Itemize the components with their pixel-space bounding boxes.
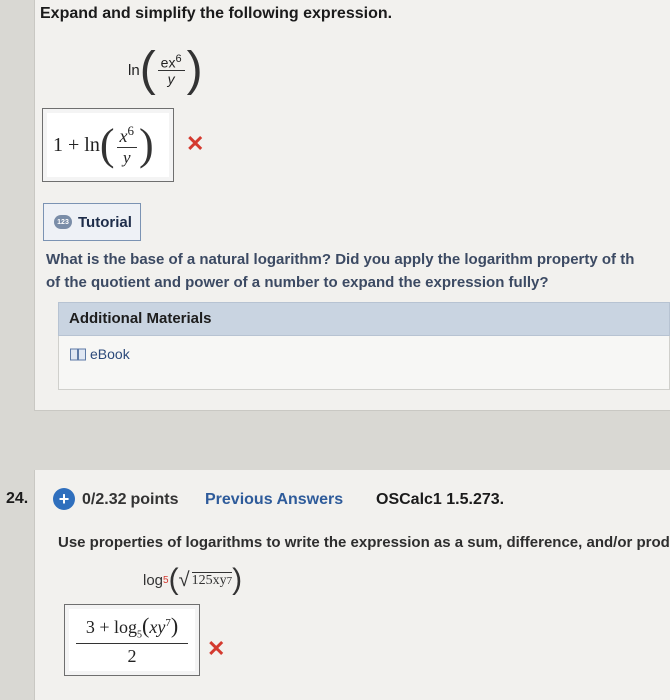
expr-denominator: y bbox=[167, 71, 175, 88]
hint-text: What is the base of a natural logarithm?… bbox=[46, 248, 670, 294]
additional-materials-body bbox=[58, 336, 670, 390]
ebook-label: eBook bbox=[90, 346, 130, 362]
question-source: OSCalc1 1.5.273. bbox=[376, 491, 505, 508]
additional-materials-header: Additional Materials bbox=[58, 302, 670, 336]
expr-numerator: ex bbox=[160, 54, 176, 71]
expr-exponent: 6 bbox=[175, 52, 182, 65]
log-expression: log 5 ( √ 125xy 7 ) bbox=[143, 563, 243, 596]
given-expression: ln ( ex6 y ) bbox=[128, 43, 203, 96]
answer-23-field[interactable]: 1 + ln ( x6 y ) bbox=[42, 108, 174, 182]
tutorial-button[interactable]: 123 Tutorial bbox=[43, 203, 141, 241]
points-score: 0/2.32 points bbox=[82, 491, 179, 508]
plus-circle-icon[interactable]: + bbox=[53, 488, 75, 510]
ln-function: ln bbox=[128, 61, 140, 79]
incorrect-x-icon: ✕ bbox=[207, 636, 226, 661]
log-function: log bbox=[143, 571, 164, 589]
previous-answers-link[interactable]: Previous Answers bbox=[205, 491, 343, 509]
answer-24-denominator: 2 bbox=[127, 645, 137, 666]
incorrect-x-icon: ✕ bbox=[186, 131, 205, 156]
answer-denominator: y bbox=[122, 147, 131, 167]
answer-prefix: 1 + ln bbox=[53, 133, 100, 156]
tutorial-icon: 123 bbox=[54, 215, 72, 229]
answer-24-numerator: 3 + log5(xy7) bbox=[85, 613, 179, 641]
tutorial-label: Tutorial bbox=[78, 213, 132, 231]
question-heading: Expand and simplify the following expres… bbox=[40, 5, 393, 22]
ebook-link[interactable]: eBook bbox=[70, 346, 130, 362]
hint-line-1: What is the base of a natural logarithm?… bbox=[46, 251, 635, 268]
answer-numerator: x bbox=[119, 125, 128, 146]
question-prompt: Use properties of logarithms to write th… bbox=[58, 534, 670, 551]
ebook-icon bbox=[70, 348, 86, 360]
answer-exponent: 6 bbox=[127, 122, 135, 138]
radicand: 125xy bbox=[191, 572, 227, 588]
question-number: 24. bbox=[6, 490, 29, 507]
answer-24-field[interactable]: 3 + log5(xy7) 2 bbox=[64, 604, 200, 676]
hint-line-2: of the quotient and power of a number to… bbox=[46, 274, 549, 291]
